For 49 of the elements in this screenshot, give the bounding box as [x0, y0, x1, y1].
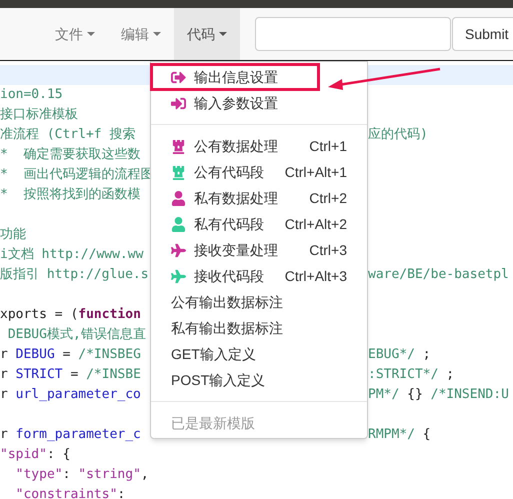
code-text: ion=0.15	[0, 86, 63, 104]
menu-tab[interactable]: 文件	[42, 8, 108, 60]
menu-item[interactable]: GET输入定义	[151, 341, 367, 367]
menu-item[interactable]: 输出信息设置	[151, 64, 319, 90]
code-text: * 按照将找到的函数模	[0, 186, 140, 204]
code-text: r STRICT = /*INSBE	[0, 366, 141, 384]
caret-icon	[153, 32, 161, 36]
menu-item[interactable]: 公有代码段 Ctrl+Alt+1	[151, 159, 367, 185]
code-text: r url_parameter_co	[0, 386, 141, 404]
shortcut-label: Ctrl+Alt+2	[284, 214, 347, 234]
menu-tab[interactable]: 编辑	[108, 8, 174, 60]
menu-item[interactable]: 输入参数设置	[151, 90, 367, 116]
code-text: 准流程 (Ctrl+f 搜索	[0, 126, 136, 144]
shortcut-label: Ctrl+3	[309, 240, 347, 260]
code-text: xports = (function	[0, 306, 141, 324]
code-text: RMPM*/ {	[368, 426, 431, 444]
menu-item[interactable]: 接收变量处理 Ctrl+3	[151, 237, 367, 263]
code-text: 功能	[0, 226, 26, 244]
menu-item[interactable]: 私有输出数据标注	[151, 315, 367, 341]
search-field[interactable]	[255, 17, 451, 51]
code-text: DEBUG模式,错误信息直	[6, 326, 146, 344]
code-text: 应的代码)	[368, 126, 428, 144]
code-text: ware/BE/be-basetpl	[368, 266, 509, 284]
code-text: i文档 http://www.ww	[0, 246, 144, 264]
code-text: 接口标准模板	[0, 106, 78, 124]
shortcut-label: Ctrl+Alt+1	[284, 162, 347, 182]
caret-icon	[219, 32, 227, 36]
code-text: r form_parameter_c	[0, 426, 141, 444]
code-text: :STRICT*/ ;	[368, 366, 454, 384]
code-text: 版指引 http://glue.s	[0, 266, 149, 284]
code-text: r DEBUG = /*INSBEG	[0, 346, 141, 364]
shortcut-label: Ctrl+Alt+3	[284, 266, 347, 286]
code-text: * 确定需要获取这些数	[0, 146, 140, 164]
submit-button[interactable]: Submit	[452, 17, 513, 51]
shortcut-label: Ctrl+2	[309, 188, 347, 208]
menu-item[interactable]: 私有代码段 Ctrl+Alt+2	[151, 211, 367, 237]
menu-item[interactable]: 公有数据处理 Ctrl+1	[151, 133, 367, 159]
code-text: "type": "string",	[14, 466, 149, 484]
menu-item[interactable]: POST输入定义	[151, 367, 367, 393]
caret-icon	[87, 32, 95, 36]
menu-item[interactable]: 公有输出数据标注	[151, 289, 367, 315]
code-text: EBUG*/ ;	[368, 346, 431, 364]
code-text: "spid": {	[0, 446, 70, 464]
code-text: "constraints":	[14, 486, 126, 499]
menu-item[interactable]: 接收代码段 Ctrl+Alt+3	[151, 263, 367, 289]
shortcut-label: Ctrl+1	[309, 136, 347, 156]
menu-tab[interactable]: 代码	[174, 8, 240, 60]
code-text: PM*/ {} /*INSEND:U	[368, 386, 509, 404]
menu-item[interactable]: 私有数据处理 Ctrl+2	[151, 185, 367, 211]
